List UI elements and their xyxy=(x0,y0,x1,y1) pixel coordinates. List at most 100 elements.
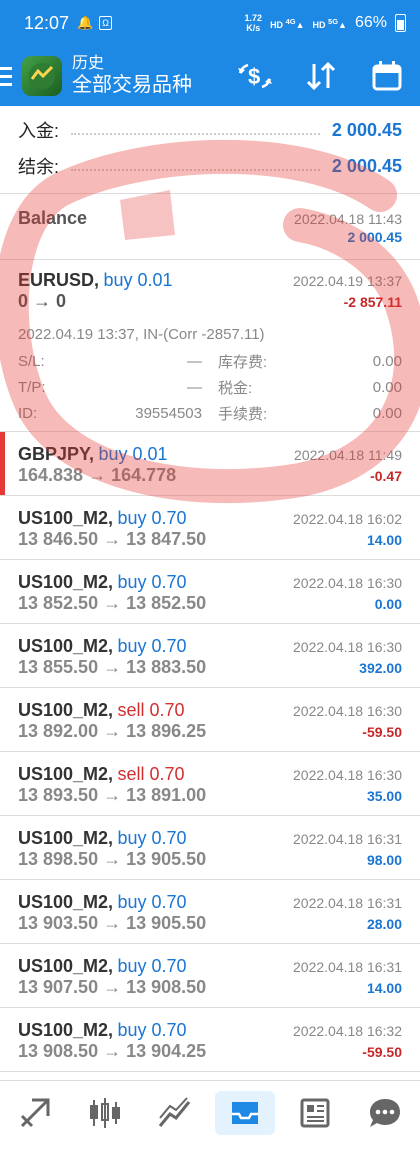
deal-prices: 0 → 0 xyxy=(18,291,67,311)
deal-side: sell 0.70 xyxy=(117,764,185,784)
deal-prices: 13 893.50 → 13 891.00 xyxy=(18,785,207,805)
currency-swap-icon[interactable]: $ xyxy=(222,59,288,93)
balance-deal-label: Balance xyxy=(18,208,88,228)
fee-label: 手续费: xyxy=(218,405,268,423)
chat-icon[interactable] xyxy=(355,1091,415,1135)
deal-symbol: US100_M2, xyxy=(18,508,114,528)
deal-side: buy 0.70 xyxy=(117,956,187,976)
deal-side: buy 0.70 xyxy=(117,1020,187,1040)
deal-row[interactable]: US100_M2, buy 0.70 2022.04.18 16:31 13 907… xyxy=(0,944,420,1008)
status-bar: 12:07 🔔 Ω 1.72 K/s HD 4G▲ HD 5G▲ 66% xyxy=(0,0,420,46)
balance-deal-row[interactable]: Balance 2022.04.18 11:43 2 000.45 xyxy=(0,194,420,260)
svg-text:$: $ xyxy=(248,64,260,89)
deposit-row: 入金: 2 000.45 xyxy=(18,112,402,148)
chart-candles-icon[interactable] xyxy=(75,1091,135,1135)
app-badge: Ω xyxy=(99,16,112,30)
sort-icon[interactable] xyxy=(288,60,354,92)
deal-row[interactable]: US100_M2, sell 0.70 2022.04.18 16:30 13 89… xyxy=(0,752,420,816)
balance-deal-date: 2022.04.18 11:43 xyxy=(294,211,402,227)
deal-row[interactable]: US100_M2, buy 0.70 2022.04.18 16:30 13 855… xyxy=(0,624,420,688)
deal-date: 2022.04.18 16:30 xyxy=(293,639,402,655)
battery-icon xyxy=(395,14,406,32)
net-speed: 1.72 K/s xyxy=(244,13,263,33)
deal-symbol: US100_M2, xyxy=(18,1020,114,1040)
deal-symbol: US100_M2, xyxy=(18,636,114,656)
notification-icon: 🔔 xyxy=(77,15,94,30)
deal-prices: 13 846.50 → 13 847.50 xyxy=(18,529,207,549)
deal-date: 2022.04.19 13:37 xyxy=(293,273,402,289)
deal-symbol: US100_M2, xyxy=(18,572,114,592)
deal-prices: 13 907.50 → 13 908.50 xyxy=(18,977,207,997)
deal-side: buy 0.70 xyxy=(117,572,187,592)
deal-prices: 164.838 → 164.778 xyxy=(18,465,177,485)
tax-value: 0.00 xyxy=(372,378,402,396)
deal-side: buy 0.70 xyxy=(117,636,187,656)
deal-row[interactable]: US100_M2, sell 0.70 2022.04.18 16:30 13 89… xyxy=(0,688,420,752)
deal-symbol: US100_M2, xyxy=(18,764,114,784)
deal-date: 2022.04.18 16:31 xyxy=(293,831,402,847)
deal-prices: 13 852.50 → 13 852.50 xyxy=(18,593,207,613)
quotes-icon[interactable] xyxy=(5,1091,65,1135)
deal-row[interactable]: US100_M2, buy 0.70 2022.04.18 16:30 13 852… xyxy=(0,560,420,624)
summary-panel: 入金: 2 000.45 结余: 2 000.45 xyxy=(0,106,420,194)
deal-profit: 0.00 xyxy=(374,596,402,612)
deal-profit: 392.00 xyxy=(359,660,402,676)
deal-row[interactable]: US100_M2, buy 0.70 2022.04.18 16:02 13 846… xyxy=(0,496,420,560)
deal-profit: -59.50 xyxy=(362,1044,402,1060)
sl-value: — xyxy=(187,352,202,370)
deal-row[interactable]: US100_M2, buy 0.70 2022.04.18 16:31 13 903… xyxy=(0,880,420,944)
deal-symbol: US100_M2, xyxy=(18,956,114,976)
deal-date: 2022.04.18 16:02 xyxy=(293,511,402,527)
deal-date: 2022.04.18 16:30 xyxy=(293,703,402,719)
trade-icon[interactable] xyxy=(145,1091,205,1135)
swap-label: 库存费: xyxy=(218,353,268,371)
deal-symbol: US100_M2, xyxy=(18,828,114,848)
deal-profit: 14.00 xyxy=(366,980,402,996)
deal-symbol: US100_M2, xyxy=(18,700,114,720)
deal-prices: 13 908.50 → 13 904.25 xyxy=(18,1041,207,1061)
id-value: 39554503 xyxy=(135,404,202,422)
news-icon[interactable] xyxy=(285,1091,345,1135)
deal-profit: 14.00 xyxy=(366,532,402,548)
deal-profit: 98.00 xyxy=(366,852,402,868)
menu-icon[interactable] xyxy=(0,66,12,86)
deal-row[interactable]: GBPJPY, buy 0.01 2022.04.18 11:49 164.838 … xyxy=(0,432,420,496)
deal-side: buy 0.01 xyxy=(98,444,168,464)
deal-date: 2022.04.18 16:30 xyxy=(293,767,402,783)
calendar-icon[interactable] xyxy=(354,60,420,92)
bottom-nav xyxy=(0,1080,420,1163)
selected-indicator xyxy=(0,432,5,495)
deal-profit: 35.00 xyxy=(366,788,402,804)
balance-value: 2 000.45 xyxy=(331,155,402,176)
deal-symbol: GBPJPY, xyxy=(18,444,95,464)
deal-symbol: EURUSD, xyxy=(18,270,100,290)
deposit-value: 2 000.45 xyxy=(331,119,402,140)
swap-value: 0.00 xyxy=(372,352,402,370)
deal-row[interactable]: US100_M2, buy 0.70 2022.04.18 16:32 13 908… xyxy=(0,1008,420,1072)
deal-profit: -59.50 xyxy=(362,724,402,740)
history-inbox-icon[interactable] xyxy=(215,1091,275,1135)
deal-date: 2022.04.18 16:32 xyxy=(293,1023,402,1039)
tp-value: — xyxy=(187,378,202,396)
deal-symbol: US100_M2, xyxy=(18,892,114,912)
deal-side: sell 0.70 xyxy=(117,700,185,720)
deal-date: 2022.04.18 16:30 xyxy=(293,575,402,591)
deal-date: 2022.04.18 16:31 xyxy=(293,895,402,911)
deal-row-expanded[interactable]: EURUSD, buy 0.01 2022.04.19 13:37 0 → 0 … xyxy=(0,260,420,432)
deal-row[interactable]: US100_M2, buy 0.70 2022.04.18 16:31 13 898… xyxy=(0,816,420,880)
battery-percent: 66% xyxy=(354,14,387,31)
deposit-label: 入金: xyxy=(18,121,60,141)
balance-label: 结余: xyxy=(18,157,60,177)
symbol-filter[interactable]: 全部交易品种 xyxy=(72,74,192,97)
deal-prices: 13 898.50 → 13 905.50 xyxy=(18,849,207,869)
app-bar: 历史 全部交易品种 $ xyxy=(0,46,420,106)
signal-1-icon: HD 4G▲ xyxy=(270,16,305,30)
fee-value: 0.00 xyxy=(372,404,402,422)
balance-deal-amount: 2 000.45 xyxy=(347,229,403,245)
tax-label: 税金: xyxy=(218,379,253,397)
deal-side: buy 0.70 xyxy=(117,828,187,848)
page-title: 历史 xyxy=(72,55,105,73)
status-time: 12:07 xyxy=(24,12,70,33)
deal-side: buy 0.70 xyxy=(117,892,187,912)
deal-prices: 13 855.50 → 13 883.50 xyxy=(18,657,207,677)
